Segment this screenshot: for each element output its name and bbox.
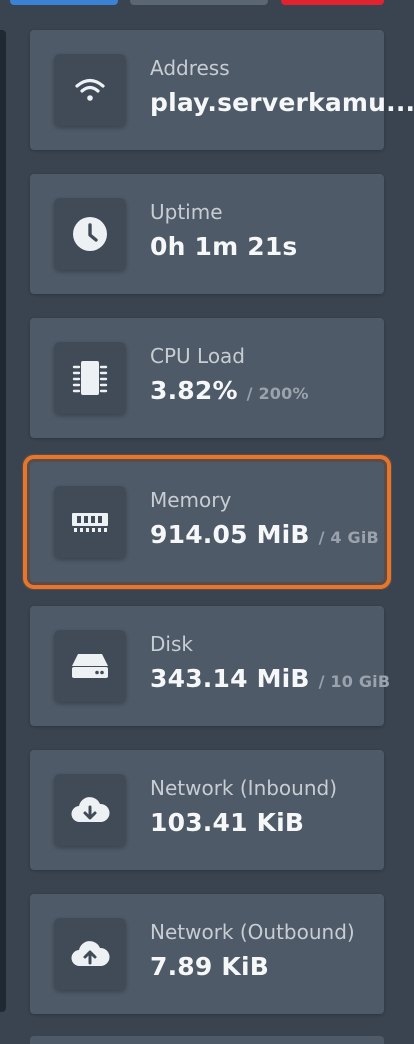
hard-drive-icon (54, 630, 126, 702)
stat-limit: / 4 GiB (318, 528, 379, 547)
stat-label: Network (Outbound) (150, 920, 355, 944)
stat-value: 3.82% / 200% (150, 376, 309, 405)
stat-label: Uptime (150, 200, 223, 224)
stat-card-network-outbound: Network (Outbound) 7.89 KiB (30, 894, 384, 1014)
stat-value-text: 0h 1m 21s (150, 232, 298, 261)
stat-limit: / 10 GiB (318, 672, 391, 691)
cloud-upload-icon (54, 918, 126, 990)
console-panel-edge (0, 30, 6, 1012)
stop-button[interactable] (281, 0, 384, 5)
stat-value-text: play.serverkamu.... (150, 88, 414, 117)
stat-value-text: 3.82% (150, 376, 238, 405)
stat-limit: / 200% (246, 384, 309, 403)
restart-button[interactable] (130, 0, 268, 5)
clock-icon (54, 198, 126, 270)
stat-card-cpu-load: CPU Load 3.82% / 200% (30, 318, 384, 438)
stat-label: Disk (150, 632, 193, 656)
stat-value-text: 7.89 KiB (150, 952, 269, 981)
stat-label: Address (150, 56, 230, 80)
stat-value-text: 914.05 MiB (150, 520, 310, 549)
stat-card-network-inbound: Network (Inbound) 103.41 KiB (30, 750, 384, 870)
stat-value: 0h 1m 21s (150, 232, 298, 261)
next-card-edge (30, 1036, 384, 1044)
stat-value: 103.41 KiB (150, 808, 304, 837)
cloud-download-icon (54, 774, 126, 846)
stat-card-memory[interactable]: Memory 914.05 MiB / 4 GiB (23, 455, 391, 589)
stat-card-uptime: Uptime 0h 1m 21s (30, 174, 384, 294)
memory-icon (54, 486, 126, 558)
stat-card-address: Address play.serverkamu.... (30, 30, 414, 150)
server-stats-page: Address play.serverkamu.... Uptime 0h 1m… (0, 0, 414, 1044)
stat-value-text: 103.41 KiB (150, 808, 305, 837)
cpu-chip-icon (54, 342, 126, 414)
stat-label: CPU Load (150, 344, 245, 368)
wifi-icon (54, 54, 126, 126)
stat-value: 7.89 KiB (150, 952, 269, 981)
stat-card-disk: Disk 343.14 MiB / 10 GiB (30, 606, 390, 726)
stat-value: 343.14 MiB / 10 GiB (150, 664, 390, 693)
stat-value: 914.05 MiB / 4 GiB (150, 520, 379, 549)
stat-label: Memory (150, 488, 232, 512)
start-button[interactable] (10, 0, 118, 5)
stat-value-text: 343.14 MiB (150, 664, 310, 693)
stat-label: Network (Inbound) (150, 776, 338, 800)
stat-value: play.serverkamu.... (150, 88, 414, 117)
